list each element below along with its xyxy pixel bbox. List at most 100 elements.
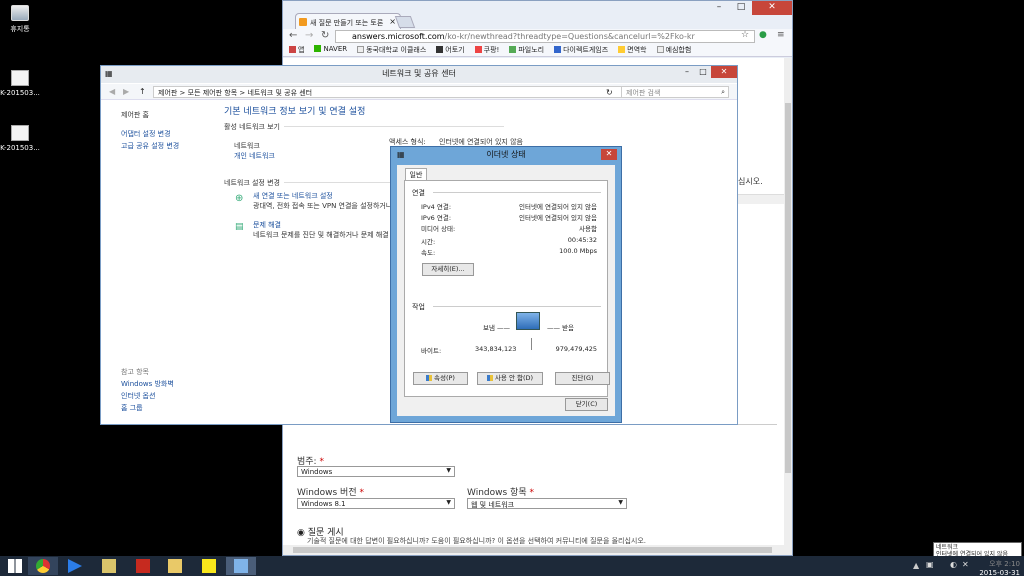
dialog-title: 이더넷 상태 xyxy=(486,150,526,159)
network-window-icon xyxy=(234,559,248,573)
image-file-icon xyxy=(11,70,29,86)
desktop-icon-label: K-201503... xyxy=(0,144,40,152)
reload-icon[interactable]: ↻ xyxy=(321,30,329,41)
taskbar-explorer[interactable] xyxy=(160,557,190,575)
received-label: —— 받음 xyxy=(547,324,575,332)
bookmark-apps[interactable]: 앱 xyxy=(289,45,304,54)
pdf-icon xyxy=(136,559,150,573)
search-icon: ⌕ xyxy=(721,88,725,96)
vertical-scrollbar[interactable] xyxy=(784,58,792,545)
image-file-icon xyxy=(11,125,29,141)
bookmark-2[interactable]: 어토기 xyxy=(436,45,465,54)
action-center-icon[interactable]: ✕ xyxy=(962,560,969,569)
taskbar-kakaotalk[interactable] xyxy=(194,557,224,575)
topic-label: Windows 항목 * xyxy=(467,488,534,498)
clock[interactable]: 오후 2:10 2015-03-31 xyxy=(979,559,1020,576)
category-select[interactable]: Windows ▼ xyxy=(297,466,455,477)
network-type-link[interactable]: 개인 네트워크 xyxy=(234,151,275,161)
page-title: 기본 네트워크 정보 보기 및 연결 설정 xyxy=(224,107,366,117)
recycle-bin-desktop-icon[interactable]: 휴지통 xyxy=(0,5,40,34)
address-bar[interactable]: answers.microsoft.com/ko-kr/newthread?th… xyxy=(335,30,755,43)
taskbar-chrome[interactable] xyxy=(28,557,58,575)
app-icon xyxy=(102,559,116,573)
troubleshoot-icon: ▤ xyxy=(235,222,244,232)
refresh-icon[interactable]: ↻ xyxy=(606,88,613,97)
topic-select[interactable]: 웹 및 네트워크 ▼ xyxy=(467,498,627,509)
recycle-bin-icon xyxy=(11,5,29,21)
close-button[interactable]: ✕ xyxy=(752,1,792,15)
sidebar-item-advanced-sharing[interactable]: 고급 공유 설정 변경 xyxy=(121,141,179,151)
browser-tab[interactable]: 새 질문 만들기 또는 토론 × xyxy=(295,13,401,29)
extension-icon[interactable]: ● xyxy=(759,30,767,40)
back-icon[interactable]: ◀ xyxy=(109,87,115,96)
bookmark-filenori[interactable]: 파일노리 xyxy=(509,45,544,54)
minimize-button[interactable]: – xyxy=(679,66,695,78)
page-favicon-icon xyxy=(299,18,307,26)
taskbar-network-center[interactable] xyxy=(226,557,256,575)
menu-icon[interactable]: ≡ xyxy=(777,30,785,40)
breadcrumb[interactable]: 제어판 > 모든 제어판 항목 > 네트워크 및 공유 센터 xyxy=(153,86,653,98)
taskbar-pdf[interactable] xyxy=(128,557,158,575)
diagnose-button[interactable]: 진단(G) xyxy=(555,372,610,385)
chevron-down-icon: ▼ xyxy=(446,499,451,506)
shield-icon xyxy=(426,375,433,381)
chrome-icon xyxy=(36,559,50,573)
change-settings-heading: 네트워크 설정 변경 xyxy=(224,179,280,187)
media-row: 미디어 상태: 사용함 xyxy=(421,225,597,233)
minimize-button[interactable]: – xyxy=(708,1,730,15)
desktop-icon-label: K-201503... xyxy=(0,89,40,97)
dialog-close-button[interactable]: 닫기(C) xyxy=(565,398,608,411)
file-desktop-icon[interactable]: K-201503... xyxy=(0,70,40,97)
back-icon[interactable]: ← xyxy=(289,30,297,41)
troubleshoot-link[interactable]: 문제 해결 xyxy=(253,220,281,230)
windows-logo-icon xyxy=(8,559,22,573)
volume-icon[interactable]: ◐ xyxy=(950,560,957,569)
close-button[interactable]: ✕ xyxy=(711,66,737,78)
close-button[interactable]: ✕ xyxy=(601,149,617,160)
file-desktop-icon[interactable]: K-201503... xyxy=(0,125,40,152)
forward-icon[interactable]: → xyxy=(305,30,313,41)
properties-button[interactable]: 속성(P) xyxy=(413,372,468,385)
network-window-icon: ▦ xyxy=(105,69,113,78)
page-text: 십시오. xyxy=(738,177,763,186)
up-icon[interactable]: ↑ xyxy=(139,87,146,96)
new-connection-link[interactable]: 새 연결 또는 네트워크 설정 xyxy=(253,191,333,201)
shield-icon xyxy=(486,375,493,381)
bookmark-immunology[interactable]: 면역학 xyxy=(618,45,647,54)
bookmarks-bar: 앱 NAVER 동국대학교 이클래스 어토기 쿠팡! 파일노리 다이렉트게임즈 … xyxy=(283,43,792,57)
sidebar-item-home[interactable]: 제어판 홈 xyxy=(121,110,149,120)
bookmark-dongguk[interactable]: 동국대학교 이클래스 xyxy=(357,45,426,54)
sidebar-item-adapter-settings[interactable]: 어댑터 설정 변경 xyxy=(121,129,171,139)
taskbar-media[interactable] xyxy=(60,557,90,575)
bookmark-star-icon[interactable]: ☆ xyxy=(741,30,749,40)
disable-button[interactable]: 사용 안 함(D) xyxy=(477,372,543,385)
link-internet-options[interactable]: 인터넷 옵션 xyxy=(121,391,155,401)
network-tray-icon[interactable]: ▣ xyxy=(926,560,934,569)
forward-icon[interactable]: ▶ xyxy=(123,87,129,96)
bookmark-directgames[interactable]: 다이렉트게임즈 xyxy=(554,45,608,54)
folder-icon xyxy=(168,559,182,573)
ethernet-status-dialog: ▦ 이더넷 상태 ✕ 일반 연결 IPv4 연결: 인터넷에 연결되어 있지 않음… xyxy=(390,146,622,423)
desktop-icon-label: 휴지통 xyxy=(10,25,30,33)
activity-group-label: 작업 xyxy=(412,303,425,311)
link-windows-firewall[interactable]: Windows 방화벽 xyxy=(121,379,174,389)
network-computers-icon xyxy=(516,312,540,330)
new-tab-button[interactable] xyxy=(394,16,416,28)
media-player-icon xyxy=(68,559,82,573)
details-button[interactable]: 자세히(E)... xyxy=(422,263,474,276)
maximize-button[interactable]: □ xyxy=(730,1,752,15)
taskbar-app[interactable] xyxy=(94,557,124,575)
start-button[interactable] xyxy=(0,557,30,575)
maximize-button[interactable]: □ xyxy=(695,66,711,78)
bookmark-extra[interactable]: 예심합험 xyxy=(656,45,691,54)
ipv6-row: IPv6 연결: 인터넷에 연결되어 있지 않음 xyxy=(421,214,597,222)
show-hidden-icons-icon[interactable]: ▲ xyxy=(913,561,919,570)
horizontal-scrollbar[interactable] xyxy=(283,545,792,555)
bookmark-naver[interactable]: NAVER xyxy=(314,45,347,54)
link-homegroup[interactable]: 홈 그룹 xyxy=(121,403,143,413)
search-input[interactable]: 제어판 검색 ⌕ xyxy=(621,86,729,98)
new-connection-desc: 광대역, 전화 접속 또는 VPN 연결을 설정하거나 xyxy=(253,202,393,210)
version-select[interactable]: Windows 8.1 ▼ xyxy=(297,498,455,509)
network-name: 네트워크 xyxy=(234,142,260,150)
bookmark-coupang[interactable]: 쿠팡! xyxy=(474,45,499,54)
